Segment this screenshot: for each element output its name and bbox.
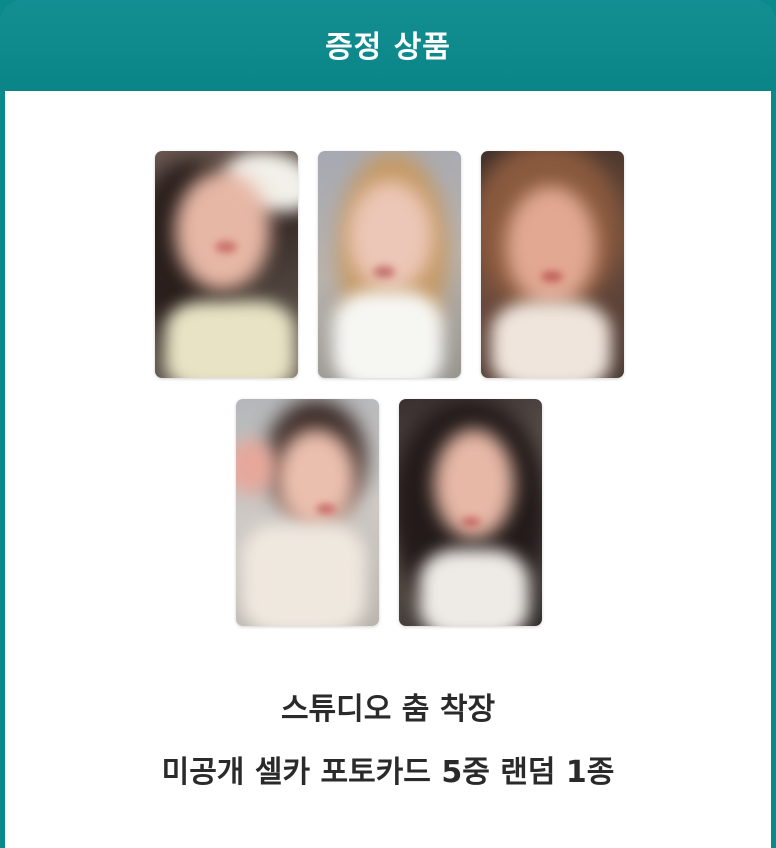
section-header: 증정 상품 — [0, 0, 776, 91]
photocard-5 — [399, 399, 542, 626]
gift-description: 미공개 셀카 포토카드 5중 랜덤 1종 — [161, 755, 615, 790]
gift-panel: 스튜디오 춤 착장 미공개 셀카 포토카드 5중 랜덤 1종 — [5, 91, 771, 848]
section-title: 증정 상품 — [325, 29, 451, 65]
photocard-2 — [318, 151, 461, 378]
gift-title: 스튜디오 춤 착장 — [280, 692, 496, 727]
photocard-4 — [236, 399, 379, 626]
gift-section: 증정 상품 스튜디오 춤 착장 미공개 셀카 포토카드 5중 랜덤 1종 — [0, 0, 776, 848]
photocard-1 — [155, 151, 298, 378]
photocard-3 — [481, 151, 624, 378]
